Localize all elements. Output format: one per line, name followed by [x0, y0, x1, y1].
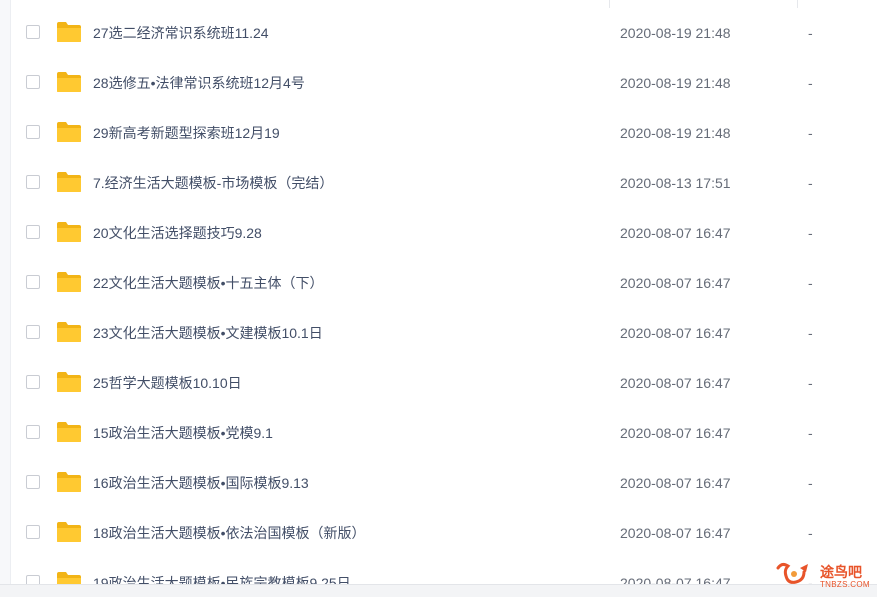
file-modified-date: 2020-08-13 17:51 — [620, 175, 731, 191]
checkbox-icon[interactable] — [26, 275, 40, 289]
file-row[interactable]: 20文化生活选择题技巧9.28 2020-08-07 16:47 - — [10, 208, 877, 258]
file-name[interactable]: 22文化生活大题模板•十五主体（下） — [93, 258, 323, 308]
file-row[interactable]: 19政治生活大题模板•民族宗教模板9.25日 2020-08-07 16:47- — [10, 558, 877, 608]
file-row[interactable]: 29新高考新题型探索班12月19 2020-08-19 21:48 - — [10, 108, 877, 158]
file-row[interactable]: 25哲学大题模板10.10日 2020-08-07 16:47 - — [10, 358, 877, 408]
folder-icon — [57, 472, 81, 492]
file-row[interactable]: 18政治生活大题模板•依法治国模板（新版） 2020-08-07 16:47 - — [10, 508, 877, 558]
file-modified-date: 2020-08-19 21:48 — [620, 25, 731, 41]
file-row[interactable]: 23文化生活大题模板•文建模板10.1日 2020-08-07 16:47 - — [10, 308, 877, 358]
checkbox-icon[interactable] — [26, 325, 40, 339]
file-name[interactable]: 29新高考新题型探索班12月19 — [93, 108, 280, 158]
file-name[interactable]: 18政治生活大题模板•依法治国模板（新版） — [93, 508, 365, 558]
file-name[interactable]: 15政治生活大题模板•党模9.1 — [93, 408, 273, 458]
column-divider — [797, 0, 798, 8]
file-row[interactable]: 16政治生活大题模板•国际模板9.13 2020-08-07 16:47 - — [10, 458, 877, 508]
checkbox-icon[interactable] — [26, 175, 40, 189]
file-size: - — [808, 75, 813, 91]
file-name[interactable]: 7.经济生活大题模板-市场模板（完结） — [93, 158, 333, 208]
file-size: - — [808, 375, 813, 391]
file-modified-date: 2020-08-07 16:47 — [620, 475, 731, 491]
file-name[interactable]: 20文化生活选择题技巧9.28 — [93, 208, 262, 258]
file-name[interactable]: 27选二经济常识系统班11.24 — [93, 8, 269, 58]
folder-icon — [57, 222, 81, 242]
file-name[interactable]: 28选修五•法律常识系统班12月4号 — [93, 58, 305, 108]
checkbox-icon[interactable] — [26, 125, 40, 139]
file-row[interactable]: 27选二经济常识系统班11.24 2020-08-19 21:48 - — [10, 8, 877, 58]
file-name[interactable]: 16政治生活大题模板•国际模板9.13 — [93, 458, 309, 508]
file-modified-date: 2020-08-07 16:47 — [620, 225, 731, 241]
checkbox-icon[interactable] — [26, 425, 40, 439]
file-size: - — [808, 25, 813, 41]
file-modified-date: 2020-08-07 16:47 — [620, 575, 731, 591]
file-row[interactable]: 28选修五•法律常识系统班12月4号 2020-08-19 21:48 - — [10, 58, 877, 108]
file-size: - — [808, 275, 813, 291]
checkbox-icon[interactable] — [26, 25, 40, 39]
watermark-logo-icon — [776, 562, 808, 584]
checkbox-icon[interactable] — [26, 525, 40, 539]
folder-icon — [57, 372, 81, 392]
folder-icon — [57, 522, 81, 542]
file-name[interactable]: 19政治生活大题模板•民族宗教模板9.25日 — [93, 558, 351, 608]
folder-icon — [57, 322, 81, 342]
file-modified-date: 2020-08-19 21:48 — [620, 125, 731, 141]
file-size: - — [808, 225, 813, 241]
file-row[interactable]: 7.经济生活大题模板-市场模板（完结） 2020-08-13 17:51 - — [10, 158, 877, 208]
file-modified-date: 2020-08-07 16:47 — [620, 275, 731, 291]
file-modified-date: 2020-08-19 21:48 — [620, 75, 731, 91]
horizontal-scrollbar[interactable] — [0, 584, 877, 597]
file-row[interactable]: 22文化生活大题模板•十五主体（下） 2020-08-07 16:47 - — [10, 258, 877, 308]
file-modified-date: 2020-08-07 16:47 — [620, 325, 731, 341]
file-name[interactable]: 25哲学大题模板10.10日 — [93, 358, 242, 408]
file-modified-date: 2020-08-07 16:47 — [620, 525, 731, 541]
column-divider — [609, 0, 610, 8]
folder-icon — [57, 122, 81, 142]
folder-icon — [57, 272, 81, 292]
checkbox-icon[interactable] — [26, 75, 40, 89]
file-name[interactable]: 23文化生活大题模板•文建模板10.1日 — [93, 308, 323, 358]
file-size: - — [808, 475, 813, 491]
folder-icon — [57, 22, 81, 42]
file-size: - — [808, 425, 813, 441]
folder-icon — [57, 72, 81, 92]
site-watermark: 途鸟吧 TNBZS.COM — [774, 558, 874, 592]
folder-icon — [57, 172, 81, 192]
file-row[interactable]: 15政治生活大题模板•党模9.1 2020-08-07 16:47 - — [10, 408, 877, 458]
file-modified-date: 2020-08-07 16:47 — [620, 425, 731, 441]
watermark-text: 途鸟吧 — [820, 565, 862, 581]
folder-icon — [57, 422, 81, 442]
file-list: 27选二经济常识系统班11.24 2020-08-19 21:48-28选修五•法… — [10, 8, 877, 608]
file-modified-date: 2020-08-07 16:47 — [620, 375, 731, 391]
watermark-subtext: TNBZS.COM — [820, 580, 870, 589]
file-size: - — [808, 125, 813, 141]
checkbox-icon[interactable] — [26, 375, 40, 389]
checkbox-icon[interactable] — [26, 225, 40, 239]
file-size: - — [808, 525, 813, 541]
file-size: - — [808, 175, 813, 191]
checkbox-icon[interactable] — [26, 475, 40, 489]
file-size: - — [808, 325, 813, 341]
